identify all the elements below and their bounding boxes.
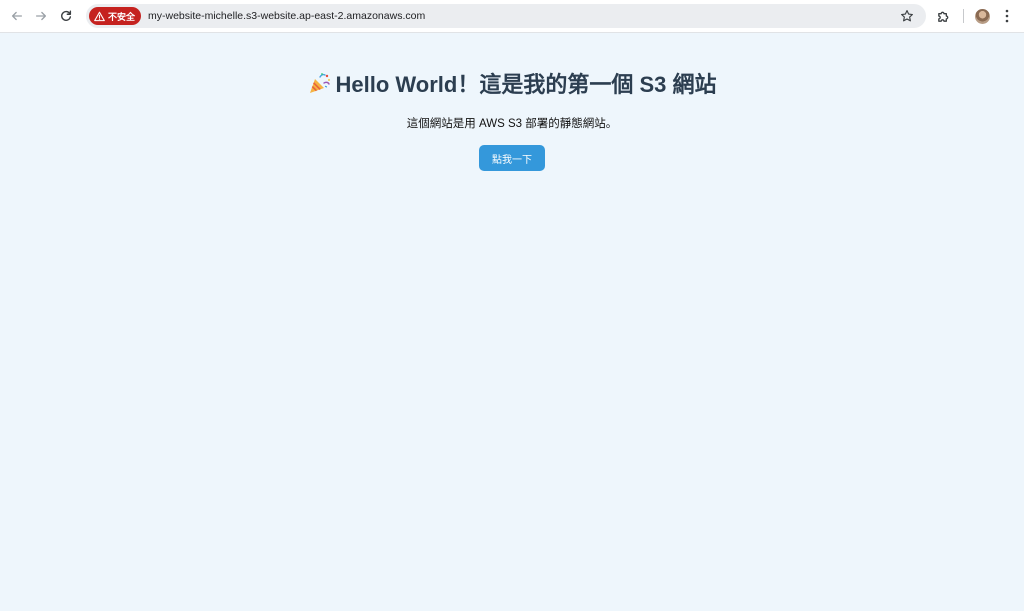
reload-icon (61, 10, 72, 21)
url-text[interactable]: my-website-michelle.s3-website.ap-east-2… (148, 10, 425, 22)
forward-button[interactable] (32, 7, 50, 25)
web-page: Hello World！這是我的第一個 S3 網站 這個網站是用 AWS S3 … (0, 34, 1024, 611)
arrow-left-icon (11, 11, 23, 21)
star-icon (901, 10, 913, 22)
extensions-button[interactable] (934, 7, 952, 25)
bookmark-button[interactable] (900, 8, 916, 24)
page-heading: Hello World！這是我的第一個 S3 網站 (0, 70, 1024, 100)
click-me-button[interactable]: 點我一下 (479, 145, 545, 171)
browser-menu-button[interactable] (1002, 7, 1012, 25)
security-chip-label: 不安全 (108, 12, 136, 23)
page-heading-text: Hello World！這是我的第一個 S3 網站 (335, 72, 717, 97)
profile-avatar[interactable] (975, 8, 990, 24)
kebab-menu-icon (1005, 9, 1009, 23)
puzzle-icon (937, 11, 948, 22)
page-description: 這個網站是用 AWS S3 部署的靜態網站。 (406, 118, 618, 130)
party-popper-icon (309, 73, 330, 93)
warning-triangle-icon (94, 11, 105, 21)
security-chip[interactable]: 不安全 (89, 7, 142, 25)
reload-button[interactable] (57, 7, 75, 25)
address-bar[interactable]: 不安全 my-website-michelle.s3-website.ap-ea… (86, 4, 926, 28)
browser-toolbar: 不安全 my-website-michelle.s3-website.ap-ea… (0, 0, 1024, 33)
toolbar-actions (934, 7, 1012, 25)
toolbar-divider (963, 9, 964, 23)
back-button[interactable] (8, 7, 26, 25)
arrow-right-icon (35, 11, 47, 21)
